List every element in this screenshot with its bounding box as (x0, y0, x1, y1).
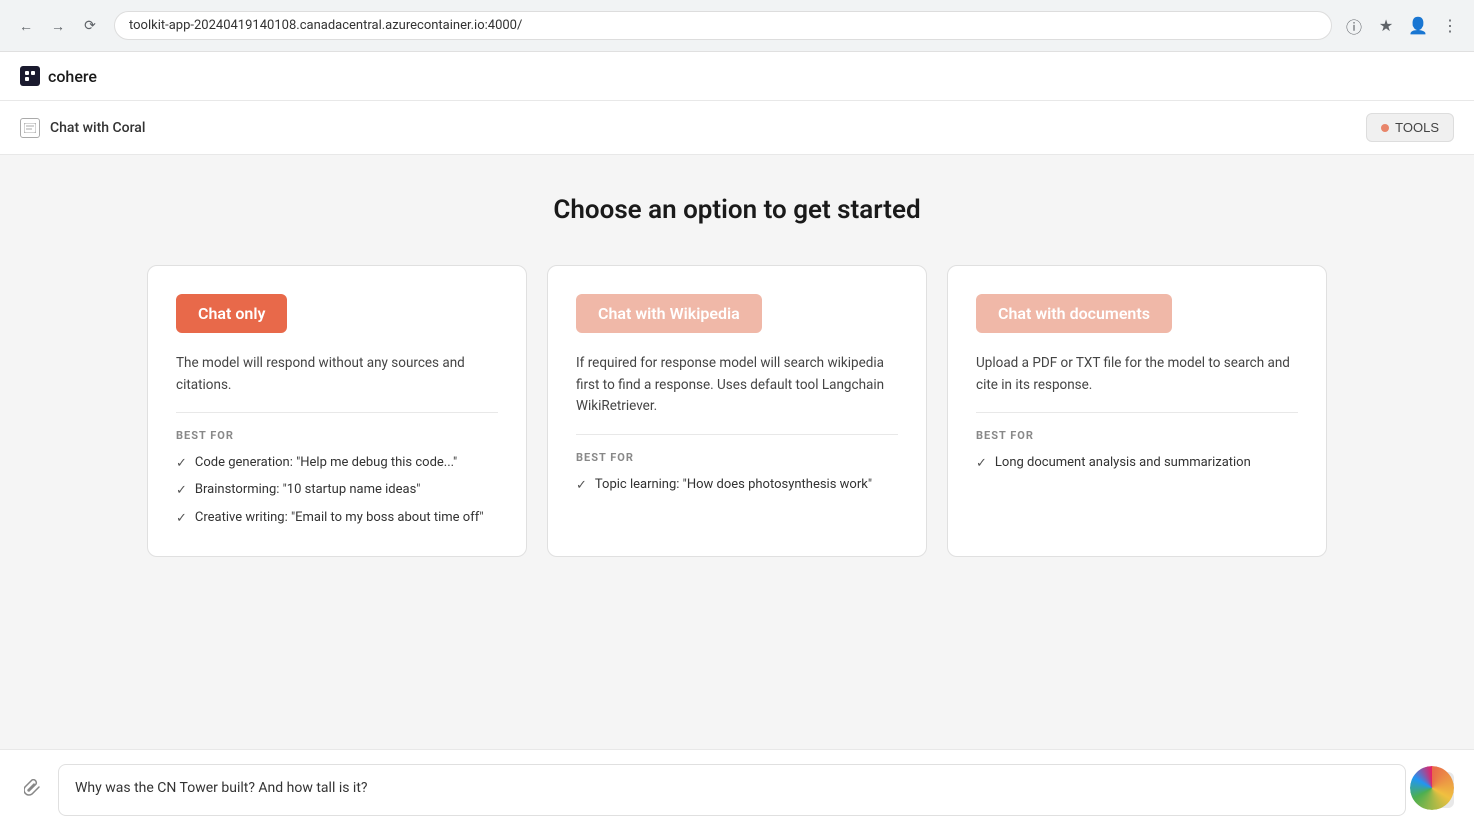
check-icon: ✓ (976, 455, 987, 473)
input-area: → (0, 749, 1474, 830)
best-for-list-3: ✓ Long document analysis and summarizati… (976, 454, 1298, 473)
chat-documents-description: Upload a PDF or TXT file for the model t… (976, 353, 1298, 396)
chat-only-button[interactable]: Chat only (176, 294, 287, 333)
best-for-label-1: BEST FOR (176, 429, 498, 442)
list-item-text: Creative writing: "Email to my boss abou… (195, 509, 484, 527)
check-icon: ✓ (176, 482, 187, 500)
browser-icons: ⓘ ★ 👤 ⋮ (1342, 14, 1462, 38)
list-item-text: Long document analysis and summarization (995, 454, 1251, 472)
chat-documents-button[interactable]: Chat with documents (976, 294, 1172, 333)
best-for-list-2: ✓ Topic learning: "How does photosynthes… (576, 476, 898, 495)
card-chat-only[interactable]: Chat only The model will respond without… (147, 265, 527, 557)
bookmark-icon[interactable]: ★ (1374, 14, 1398, 38)
logo-area[interactable]: cohere (20, 66, 97, 86)
list-item: ✓ Long document analysis and summarizati… (976, 454, 1298, 473)
avatar-overlay[interactable] (1410, 766, 1454, 810)
url-text: toolkit-app-20240419140108.canadacentral… (129, 18, 522, 33)
card-chat-wikipedia[interactable]: Chat with Wikipedia If required for resp… (547, 265, 927, 557)
logo-text: cohere (48, 67, 97, 86)
chat-wikipedia-description: If required for response model will sear… (576, 353, 898, 418)
card-chat-documents[interactable]: Chat with documents Upload a PDF or TXT … (947, 265, 1327, 557)
tools-button[interactable]: TOOLS (1366, 113, 1454, 142)
extension-icon[interactable]: ⓘ (1342, 14, 1366, 38)
tools-label: TOOLS (1395, 120, 1439, 135)
main-content: Choose an option to get started Chat onl… (0, 155, 1474, 749)
forward-button[interactable]: → (44, 12, 72, 40)
avatar-circle (1410, 766, 1454, 810)
address-bar[interactable]: toolkit-app-20240419140108.canadacentral… (114, 11, 1332, 40)
card-divider-3 (976, 412, 1298, 413)
card-divider-1 (176, 412, 498, 413)
chat-wikipedia-button[interactable]: Chat with Wikipedia (576, 294, 762, 333)
list-item-text: Topic learning: "How does photosynthesis… (595, 476, 872, 494)
app-header: cohere (0, 52, 1474, 101)
browser-nav-buttons: ← → ⟳ (12, 12, 104, 40)
tools-dot (1381, 124, 1389, 132)
check-icon: ✓ (176, 455, 187, 473)
best-for-list-1: ✓ Code generation: "Help me debug this c… (176, 454, 498, 528)
browser-chrome: ← → ⟳ toolkit-app-20240419140108.canadac… (0, 0, 1474, 52)
sub-header-left: Chat with Coral (20, 118, 145, 138)
best-for-label-2: BEST FOR (576, 451, 898, 464)
list-item: ✓ Brainstorming: "10 startup name ideas" (176, 481, 498, 500)
list-item: ✓ Code generation: "Help me debug this c… (176, 454, 498, 473)
list-item: ✓ Creative writing: "Email to my boss ab… (176, 509, 498, 528)
logo-icon (20, 66, 40, 86)
back-button[interactable]: ← (12, 12, 40, 40)
best-for-label-3: BEST FOR (976, 429, 1298, 442)
profile-icon[interactable]: 👤 (1406, 14, 1430, 38)
message-input[interactable] (58, 764, 1406, 816)
card-divider-2 (576, 434, 898, 435)
sub-header: Chat with Coral TOOLS (0, 101, 1474, 155)
chat-icon-box (20, 118, 40, 138)
page-title: Choose an option to get started (553, 195, 920, 225)
chat-only-description: The model will respond without any sourc… (176, 353, 498, 396)
list-item-text: Brainstorming: "10 startup name ideas" (195, 481, 421, 499)
attach-button[interactable] (20, 775, 46, 806)
cards-container: Chat only The model will respond without… (137, 265, 1337, 557)
list-item: ✓ Topic learning: "How does photosynthes… (576, 476, 898, 495)
refresh-button[interactable]: ⟳ (76, 12, 104, 40)
menu-icon[interactable]: ⋮ (1438, 14, 1462, 38)
check-icon: ✓ (176, 510, 187, 528)
chat-title: Chat with Coral (50, 120, 145, 136)
check-icon: ✓ (576, 477, 587, 495)
list-item-text: Code generation: "Help me debug this cod… (195, 454, 457, 472)
